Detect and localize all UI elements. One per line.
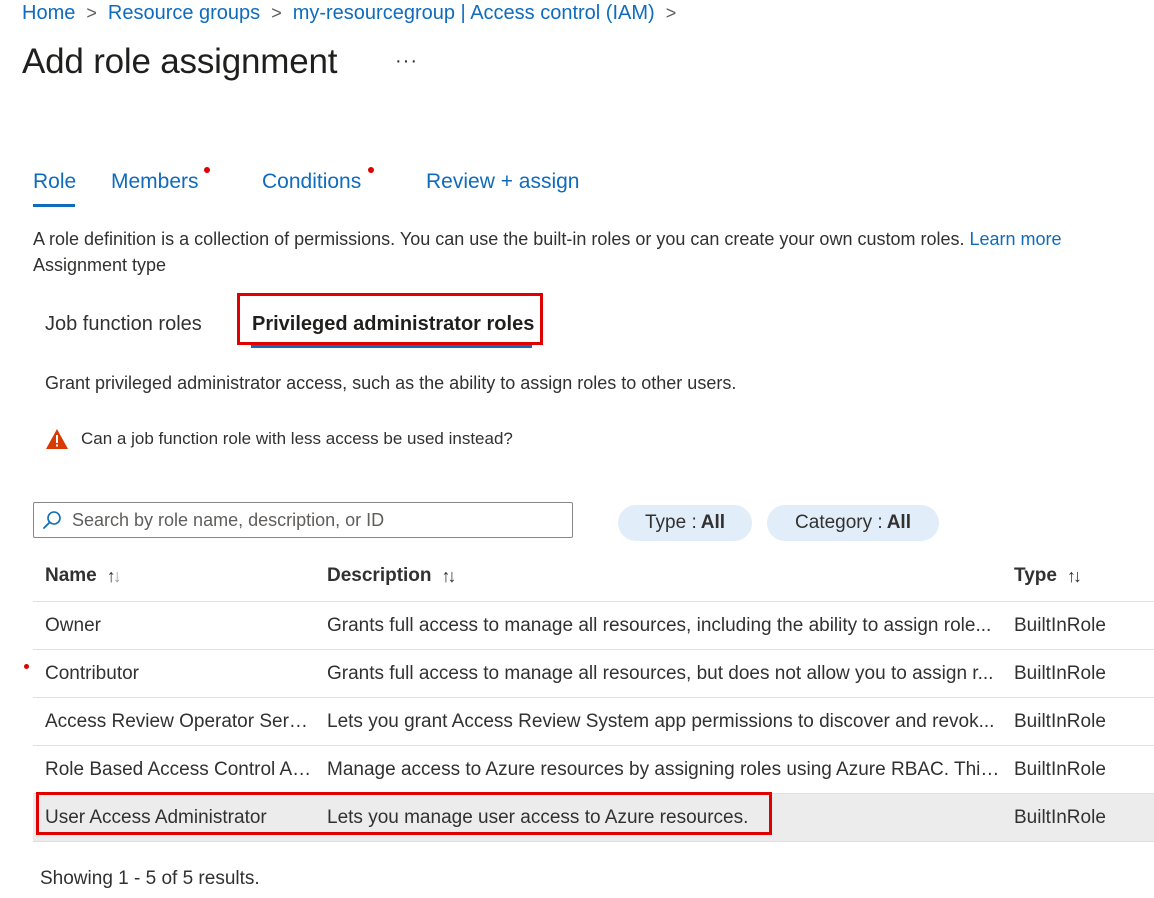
- category-filter-value: All: [886, 512, 911, 533]
- tab-role[interactable]: Role: [33, 170, 76, 194]
- table-row[interactable]: Access Review Operator Servi... Lets you…: [33, 698, 1154, 746]
- tab-role-underline: [33, 204, 75, 207]
- page-title: Add role assignment: [22, 42, 338, 81]
- assignment-type-label: Assignment type: [33, 255, 167, 275]
- breadcrumb-resource-groups[interactable]: Resource groups: [108, 2, 260, 25]
- tab-review-assign[interactable]: Review + assign: [426, 170, 580, 194]
- tab-job-function-roles[interactable]: Job function roles: [45, 313, 202, 336]
- column-name-label: Name: [45, 565, 97, 586]
- role-name[interactable]: Role Based Access Control Ad...: [45, 759, 317, 781]
- role-description: Grants full access to manage all resourc…: [327, 615, 992, 636]
- warning-message: Can a job function role with less access…: [45, 428, 513, 450]
- tab-privileged-underline: [251, 345, 532, 348]
- sort-icon[interactable]: ↑↓: [442, 566, 457, 587]
- role-type: BuiltInRole: [1014, 615, 1106, 636]
- intro-text: A role definition is a collection of per…: [33, 229, 965, 249]
- type-filter-label: Type :: [644, 512, 697, 533]
- breadcrumb-home[interactable]: Home: [22, 2, 75, 25]
- column-header-type[interactable]: Type ↑↓: [1014, 565, 1082, 587]
- highlight-box-selected-role: [36, 792, 772, 835]
- column-header-name[interactable]: Name ↑↓: [45, 565, 122, 587]
- role-type: BuiltInRole: [1014, 663, 1106, 684]
- marker-dot-icon: [24, 664, 29, 669]
- learn-more-link[interactable]: Learn more: [970, 229, 1062, 249]
- search-input[interactable]: [70, 508, 554, 532]
- breadcrumb: Home > Resource groups > my-resourcegrou…: [22, 2, 687, 25]
- role-type: BuiltInRole: [1014, 807, 1106, 828]
- chevron-right-icon: >: [665, 3, 677, 23]
- privileged-description: Grant privileged administrator access, s…: [45, 373, 737, 393]
- role-name[interactable]: Access Review Operator Servi...: [45, 711, 317, 733]
- sort-icon[interactable]: ↑↓: [1067, 566, 1082, 587]
- chevron-right-icon: >: [86, 3, 97, 23]
- required-dot-icon: [368, 167, 374, 173]
- warning-text: Can a job function role with less access…: [81, 429, 513, 448]
- column-header-description[interactable]: Description ↑↓: [327, 565, 457, 587]
- sort-icon[interactable]: ↑↓: [107, 566, 122, 587]
- role-definition-intro: A role definition is a collection of per…: [33, 229, 1062, 250]
- category-filter-pill[interactable]: Category : All: [767, 505, 939, 541]
- role-description: Lets you grant Access Review System app …: [327, 711, 995, 732]
- more-options-icon[interactable]: ···: [395, 50, 418, 73]
- chevron-right-icon: >: [271, 3, 282, 23]
- role-type: BuiltInRole: [1014, 759, 1106, 780]
- role-description: Manage access to Azure resources by assi…: [327, 759, 1003, 780]
- breadcrumb-resourcegroup-iam[interactable]: my-resourcegroup | Access control (IAM): [293, 2, 655, 25]
- results-count: Showing 1 - 5 of 5 results.: [40, 868, 260, 889]
- table-row[interactable]: Owner Grants full access to manage all r…: [33, 602, 1154, 650]
- highlight-box-privileged-tab: [237, 293, 543, 345]
- type-filter-pill[interactable]: Type : All: [618, 505, 752, 541]
- column-description-label: Description: [327, 565, 432, 586]
- column-type-label: Type: [1014, 565, 1057, 586]
- table-row[interactable]: Contributor Grants full access to manage…: [33, 650, 1154, 698]
- role-name[interactable]: Owner: [45, 615, 317, 637]
- type-filter-value: All: [700, 512, 726, 533]
- required-dot-icon: [204, 167, 210, 173]
- role-type: BuiltInRole: [1014, 711, 1106, 732]
- role-description: Grants full access to manage all resourc…: [327, 663, 994, 684]
- tab-members[interactable]: Members: [111, 170, 199, 194]
- category-filter-label: Category :: [795, 512, 883, 533]
- tab-conditions[interactable]: Conditions: [262, 170, 361, 194]
- search-icon: [43, 511, 61, 529]
- table-header: Name ↑↓ Description ↑↓ Type ↑↓: [33, 553, 1154, 602]
- role-search-box[interactable]: [33, 502, 573, 538]
- warning-icon: [46, 429, 68, 449]
- table-row[interactable]: Role Based Access Control Ad... Manage a…: [33, 746, 1154, 794]
- role-name[interactable]: Contributor: [45, 663, 317, 685]
